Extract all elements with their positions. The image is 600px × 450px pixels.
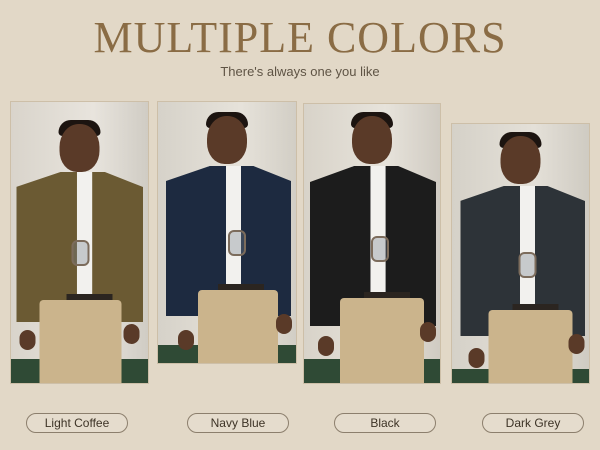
- sunglasses-icon: [371, 236, 389, 262]
- color-option-navy-blue[interactable]: Navy Blue: [187, 413, 289, 433]
- product-image-black[interactable]: [303, 103, 441, 384]
- color-option-black[interactable]: Black: [334, 413, 436, 433]
- page-subtitle: There's always one you like: [220, 64, 380, 79]
- model-figure: [158, 102, 296, 363]
- model-figure: [304, 104, 440, 383]
- sunglasses-icon: [71, 240, 89, 266]
- product-image-dark-grey[interactable]: [451, 123, 590, 384]
- sunglasses-icon: [518, 252, 536, 278]
- product-image-light-coffee[interactable]: [10, 101, 149, 384]
- model-figure: [452, 124, 589, 383]
- color-option-dark-grey[interactable]: Dark Grey: [482, 413, 584, 433]
- page-title: MULTIPLE COLORS: [93, 13, 507, 62]
- sunglasses-icon: [228, 230, 246, 256]
- product-image-navy-blue[interactable]: [157, 101, 297, 364]
- model-figure: [11, 102, 148, 383]
- color-option-light-coffee[interactable]: Light Coffee: [26, 413, 128, 433]
